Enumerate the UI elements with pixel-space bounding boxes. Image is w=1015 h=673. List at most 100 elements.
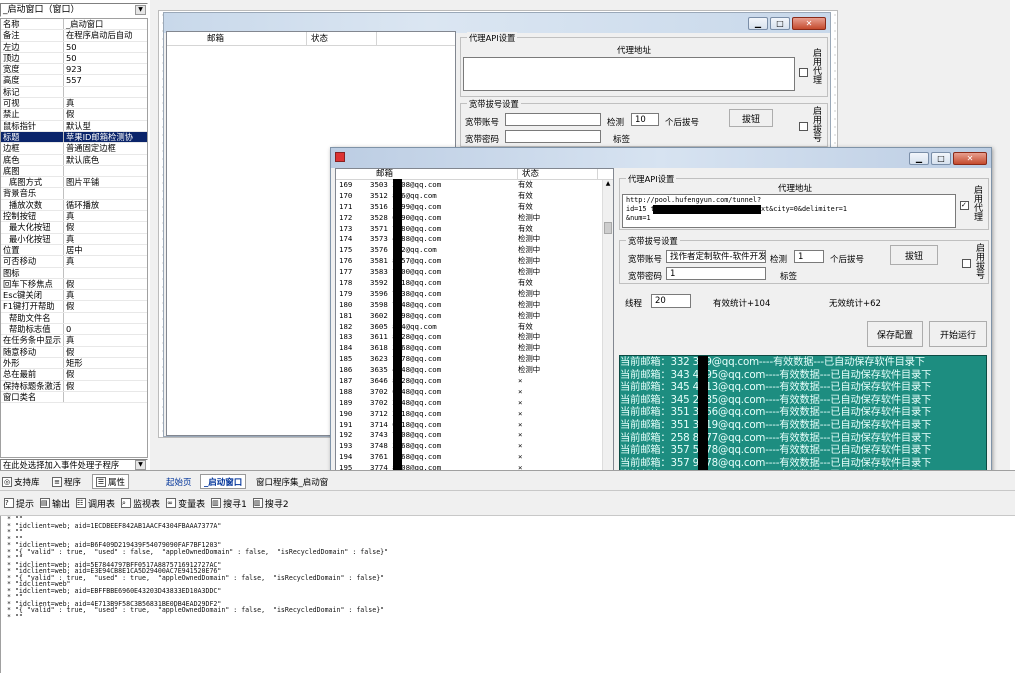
property-row[interactable]: 最大化按钮 假 [1, 222, 147, 234]
chevron-down-icon[interactable]: ▼ [135, 460, 146, 470]
table-row[interactable]: 192 3743 7008@qq.com × [336, 430, 613, 441]
property-value[interactable]: 50 [63, 52, 147, 64]
property-row[interactable]: 总在最前 假 [1, 369, 147, 381]
property-value[interactable]: 假 [63, 301, 147, 312]
property-value[interactable]: 真 [63, 211, 147, 222]
property-row[interactable]: 外形 矩形 [1, 357, 147, 370]
table-row[interactable]: 187 3646 8228@qq.com × [336, 376, 613, 387]
property-value[interactable]: 假 [63, 278, 147, 290]
detect-input[interactable]: 1 [794, 250, 824, 263]
table-row[interactable]: 175 3576 122@qq.com 检测中 [336, 245, 613, 256]
output-tab[interactable]: ⌕ 监视表 [121, 497, 160, 510]
property-row[interactable]: 左边 50 [1, 41, 147, 53]
table-row[interactable]: 174 3573 4788@qq.com 检测中 [336, 234, 613, 245]
output-tab[interactable]: ☷ 调用表 [76, 497, 115, 510]
maximize-icon[interactable]: □ [770, 16, 790, 30]
property-value[interactable]: 0 [63, 324, 147, 335]
property-value[interactable]: 真 [63, 335, 147, 346]
property-value[interactable]: 默认型 [63, 120, 147, 131]
property-value[interactable]: 图片平铺 [63, 177, 147, 188]
save-config-button[interactable]: 保存配置 [867, 321, 923, 347]
table-row[interactable]: 169 3503 3908@qq.com 有效 [336, 180, 613, 191]
design-enable-dial-checkbox[interactable] [799, 122, 808, 131]
output-tab[interactable]: ? 提示 [4, 497, 34, 510]
output-tab[interactable]: ∞ 变量表 [166, 497, 205, 510]
table-row[interactable]: 171 3516 5199@qq.com 有效 [336, 202, 613, 213]
table-row[interactable]: 183 3611 8228@qq.com 检测中 [336, 332, 613, 343]
enable-dial-checkbox[interactable] [962, 259, 971, 268]
minimize-icon[interactable]: ▁ [748, 16, 768, 30]
scroll-thumb[interactable] [604, 222, 612, 234]
col-status-header[interactable]: 状态 [307, 32, 377, 45]
close-icon[interactable]: ✕ [953, 151, 987, 165]
property-value[interactable] [63, 267, 147, 278]
table-row[interactable]: 172 3528 0890@qq.com 检测中 [336, 213, 613, 224]
output-panel[interactable]: * "" * "idclient=web; aid=1ECDBEEF842AB1A… [0, 516, 1015, 673]
property-value[interactable]: 矩形 [63, 357, 147, 369]
scroll-up-icon[interactable]: ▲ [603, 180, 613, 190]
property-row[interactable]: 底图 [1, 165, 147, 178]
design-dial-button[interactable]: 拔钮 [729, 109, 773, 127]
property-value[interactable]: 557 [63, 75, 147, 86]
design-detect-input[interactable]: 10 [631, 113, 659, 126]
property-value[interactable]: 苹果ID邮箱检测协 [63, 131, 147, 143]
property-row[interactable]: 鼠标指针 默认型 [1, 120, 147, 132]
table-row[interactable]: 191 3714 0318@qq.com × [336, 420, 613, 431]
table-row[interactable]: 170 3512 856@qq.com 有效 [336, 191, 613, 202]
property-value[interactable] [63, 188, 147, 199]
property-row[interactable]: 在任务条中显示真 [1, 335, 147, 347]
property-row[interactable]: 可视 真 [1, 98, 147, 110]
table-row[interactable]: 173 3571 7780@qq.com 有效 [336, 224, 613, 235]
maximize-icon[interactable]: □ [931, 151, 951, 165]
proxy-api-input[interactable]: http://pool.hufengyun.com/tunnel? id=15 … [622, 194, 956, 228]
property-value[interactable]: 真 [63, 256, 147, 267]
tab-support-library[interactable]: ◎ 支持库 [2, 474, 40, 489]
property-row[interactable]: 帮助标志值 0 [1, 324, 147, 336]
table-row[interactable]: 180 3598 7348@qq.com 检测中 [336, 300, 613, 311]
property-row[interactable]: 位置 居中 [1, 244, 147, 257]
property-value[interactable]: 普通固定边框 [63, 143, 147, 154]
minimize-icon[interactable]: ▁ [909, 151, 929, 165]
table-row[interactable]: 193 3748 3868@qq.com × [336, 441, 613, 452]
enable-proxy-checkbox[interactable]: ✓ [960, 201, 969, 210]
property-value[interactable] [63, 391, 147, 403]
threads-input[interactable]: 20 [651, 294, 691, 308]
table-row[interactable]: 181 3602 1498@qq.com 检测中 [336, 311, 613, 322]
col-status-header[interactable]: 状态 [518, 169, 598, 179]
object-selector[interactable]: _启动窗口（窗口） ▼ [0, 3, 148, 17]
property-value[interactable]: 真 [63, 233, 147, 244]
property-row[interactable]: 宽度 923 [1, 64, 147, 76]
col-email-header[interactable]: 邮箱 [167, 32, 307, 45]
table-row[interactable]: 190 3712 2218@qq.com × [336, 409, 613, 420]
table-row[interactable]: 186 3635 4148@qq.com 检测中 [336, 365, 613, 376]
chevron-down-icon[interactable]: ▼ [135, 5, 146, 15]
property-row[interactable]: 最小化按钮 真 [1, 233, 147, 245]
property-value[interactable]: 假 [63, 346, 147, 357]
property-row[interactable]: 控制按钮 真 [1, 211, 147, 223]
table-row[interactable]: 176 3581 8857@qq.com 检测中 [336, 256, 613, 267]
property-row[interactable]: 保持标题条激活假 [1, 380, 147, 392]
property-value[interactable]: 923 [63, 64, 147, 75]
property-value[interactable]: 默认底色 [63, 154, 147, 165]
property-row[interactable]: 播放次数 循环播放 [1, 199, 147, 212]
property-row[interactable]: Esc键关闭 真 [1, 290, 147, 302]
property-row[interactable]: 底色 默认底色 [1, 154, 147, 166]
property-value[interactable]: 假 [63, 369, 147, 380]
table-row[interactable]: 185 3623 7978@qq.com 检测中 [336, 354, 613, 365]
property-value[interactable]: 循环播放 [63, 199, 147, 211]
property-value[interactable] [63, 165, 147, 177]
property-value[interactable] [63, 312, 147, 324]
tab-property[interactable]: ☰ 属性 [92, 474, 130, 489]
table-row[interactable]: 178 3592 1718@qq.com 有效 [336, 278, 613, 289]
property-row[interactable]: 帮助文件名 [1, 312, 147, 325]
property-row[interactable]: 顶边 50 [1, 52, 147, 65]
output-tab[interactable]: ▤ 输出 [40, 497, 70, 510]
property-value[interactable]: 假 [63, 222, 147, 233]
table-row[interactable]: 179 3596 7438@qq.com 检测中 [336, 289, 613, 300]
property-row[interactable]: 禁止 假 [1, 109, 147, 121]
property-value[interactable]: 居中 [63, 244, 147, 256]
design-password-input[interactable] [505, 130, 601, 143]
property-value[interactable]: 真 [63, 98, 147, 109]
table-row[interactable]: 188 3702 0348@qq.com × [336, 387, 613, 398]
tab-home[interactable]: 起始页 [166, 474, 192, 489]
